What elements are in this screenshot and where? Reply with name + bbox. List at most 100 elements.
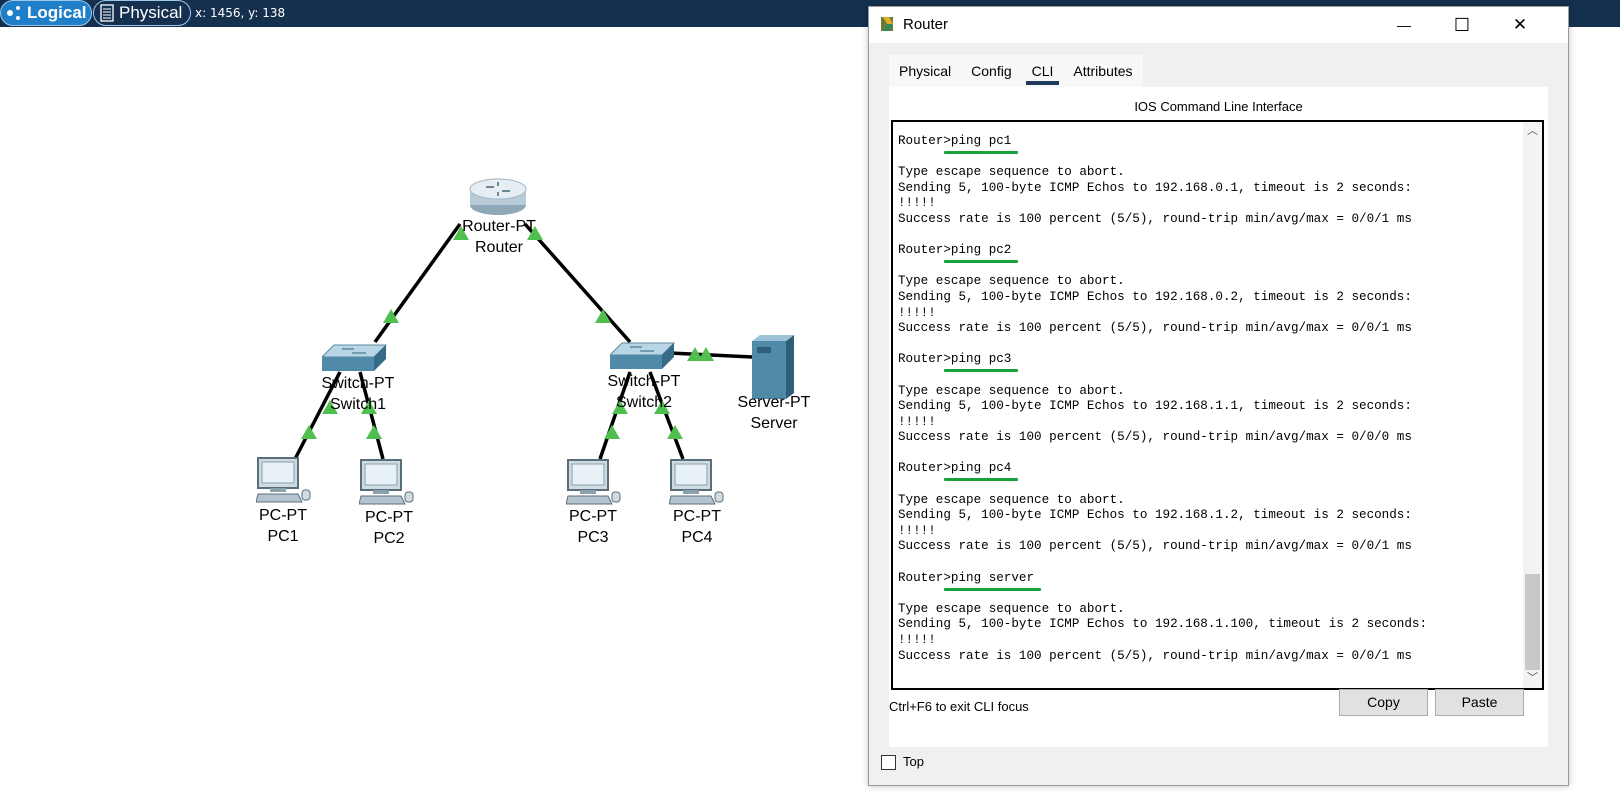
terminal-line: Sending 5, 100-byte ICMP Echos to 192.16…: [898, 508, 1412, 523]
minimize-icon: —: [1397, 17, 1411, 33]
switch2-icon[interactable]: [610, 341, 676, 371]
cli-panel: IOS Command Line Interface Router>ping p…: [889, 87, 1548, 747]
pc1-label: PC-PT PC1: [223, 505, 343, 547]
switch1-label: Switch-PT Switch1: [298, 373, 418, 415]
device-name-label: PC4: [681, 529, 713, 546]
device-type-label: PC-PT: [259, 507, 307, 524]
terminal-line: Success rate is 100 percent (5/5), round…: [898, 539, 1412, 554]
device-name-label: PC3: [577, 529, 609, 546]
cli-terminal[interactable]: Router>ping pc1 Type escape sequence to a…: [891, 120, 1544, 690]
device-name-label: Switch1: [329, 396, 387, 413]
terminal-line: Sending 5, 100-byte ICMP Echos to 192.16…: [898, 180, 1412, 195]
tab-cli[interactable]: CLI: [1022, 55, 1064, 87]
terminal-line: Success rate is 100 percent (5/5), round…: [898, 321, 1412, 336]
logical-view-button[interactable]: Logical: [0, 0, 92, 26]
tab-physical[interactable]: Physical: [889, 55, 961, 87]
device-tabs: Physical Config CLI Attributes: [889, 55, 1143, 87]
maximize-button[interactable]: ☐: [1433, 7, 1491, 43]
terminal-line: !!!!!: [898, 414, 936, 429]
window-titlebar[interactable]: Router — ☐ ✕: [869, 7, 1568, 43]
terminal-line: Success rate is 100 percent (5/5), round…: [898, 648, 1412, 663]
router-icon[interactable]: [468, 175, 528, 217]
top-checkbox-label: Top: [903, 754, 924, 769]
terminal-line: !!!!!: [898, 196, 936, 211]
terminal-line: !!!!!: [898, 305, 936, 320]
scroll-up-icon[interactable]: ︿: [1523, 122, 1542, 141]
terminal-scrollbar[interactable]: ︿ ﹀: [1523, 122, 1542, 688]
device-type-label: Router-PT: [462, 218, 536, 235]
device-name-label: Switch2: [615, 394, 673, 411]
close-button[interactable]: ✕: [1491, 7, 1549, 43]
terminal-line: Success rate is 100 percent (5/5), round…: [898, 430, 1412, 445]
terminal-line: Type escape sequence to abort.: [898, 601, 1125, 616]
maximize-icon: ☐: [1453, 14, 1471, 35]
terminal-output[interactable]: Router>ping pc1 Type escape sequence to a…: [898, 134, 1508, 664]
switch2-label: Switch-PT Switch2: [584, 371, 704, 413]
pc2-label: PC-PT PC2: [329, 507, 449, 549]
switch1-icon[interactable]: [322, 343, 388, 373]
pc3-icon[interactable]: [566, 459, 624, 507]
device-type-label: PC-PT: [673, 508, 721, 525]
pc4-label: PC-PT PC4: [637, 506, 757, 548]
device-name-label: PC2: [373, 530, 405, 547]
router-app-icon: [881, 17, 893, 31]
terminal-line: Router>ping pc1: [898, 134, 1508, 154]
terminal-line: Router>ping server: [898, 571, 1508, 591]
pc1-icon[interactable]: [256, 457, 314, 505]
link-up-indicator: [366, 425, 382, 439]
terminal-line: Router>ping pc3: [898, 352, 1508, 373]
server-label: Server-PT Server: [714, 392, 834, 434]
close-icon: ✕: [1512, 15, 1528, 34]
router-label: Router-PT Router: [439, 216, 559, 258]
device-name-label: PC1: [267, 528, 299, 545]
device-type-label: Server-PT: [737, 394, 811, 411]
minimize-button[interactable]: —: [1375, 7, 1433, 43]
logical-workspace[interactable]: Router-PT Router Switch-PT Switch1 Switc…: [0, 27, 868, 792]
top-checkbox[interactable]: [881, 755, 896, 770]
device-name-label: Router: [474, 239, 524, 256]
terminal-line: Success rate is 100 percent (5/5), round…: [898, 211, 1412, 226]
terminal-line: Router>ping pc4: [898, 461, 1508, 482]
logical-view-icon: [7, 6, 20, 20]
tab-config[interactable]: Config: [961, 55, 1021, 87]
device-name-label: Server: [750, 415, 798, 432]
pc4-icon[interactable]: [669, 459, 727, 507]
copy-button[interactable]: Copy: [1339, 689, 1428, 716]
device-type-label: Switch-PT: [321, 375, 395, 392]
cursor-coordinates: x: 1456, y: 138: [195, 6, 286, 20]
tab-attributes[interactable]: Attributes: [1063, 55, 1142, 87]
terminal-line: Type escape sequence to abort.: [898, 492, 1125, 507]
window-title: Router: [903, 16, 949, 33]
paste-button[interactable]: Paste: [1435, 689, 1524, 716]
cli-focus-hint: Ctrl+F6 to exit CLI focus: [889, 699, 1029, 714]
terminal-line: Type escape sequence to abort.: [898, 274, 1125, 289]
device-type-label: PC-PT: [365, 509, 413, 526]
terminal-line: Sending 5, 100-byte ICMP Echos to 192.16…: [898, 399, 1412, 414]
link-up-indicator: [604, 425, 620, 439]
scroll-down-icon[interactable]: ﹀: [1523, 669, 1542, 688]
cli-heading: IOS Command Line Interface: [1134, 99, 1303, 114]
terminal-line: Router>ping pc2: [898, 243, 1508, 264]
terminal-line: !!!!!: [898, 523, 936, 538]
terminal-line: !!!!!: [898, 633, 936, 647]
device-type-label: Switch-PT: [607, 373, 681, 390]
link-up-indicator: [301, 425, 317, 439]
physical-view-icon: [100, 4, 114, 22]
terminal-line: Type escape sequence to abort.: [898, 165, 1125, 180]
terminal-line: Type escape sequence to abort.: [898, 383, 1125, 398]
router-window: Router — ☐ ✕ Physical Config CLI Attribu…: [868, 6, 1569, 786]
pc3-label: PC-PT PC3: [533, 506, 653, 548]
physical-view-button[interactable]: Physical: [93, 0, 191, 26]
terminal-line: Sending 5, 100-byte ICMP Echos to 192.16…: [898, 617, 1428, 632]
scrollbar-thumb[interactable]: [1525, 574, 1540, 670]
device-type-label: PC-PT: [569, 508, 617, 525]
pc2-icon[interactable]: [359, 459, 417, 507]
